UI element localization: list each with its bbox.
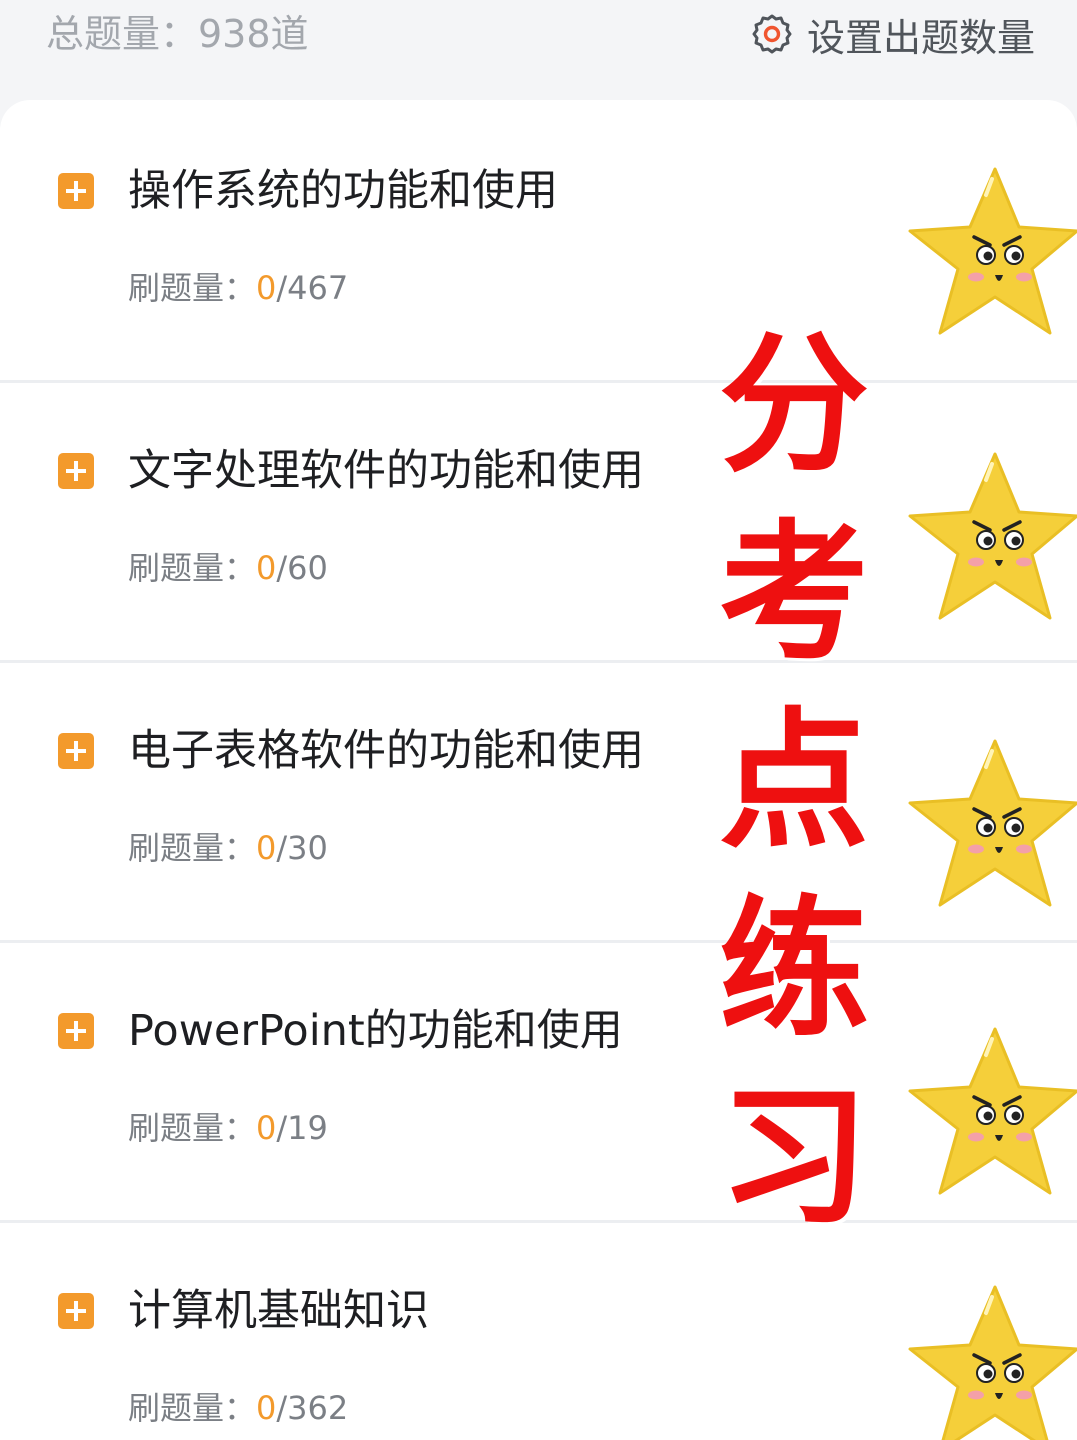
overlay-char: 分 — [718, 319, 869, 493]
overlay-char: 练 — [718, 883, 869, 1057]
star-face-icon — [900, 737, 1077, 917]
section-progress: 刷题量：0/467 — [128, 269, 349, 307]
set-question-count-button[interactable]: 设置出题数量 — [751, 6, 1035, 62]
section-title: 计算机基础知识 — [128, 1286, 429, 1336]
expand-plus-icon[interactable] — [58, 173, 94, 209]
total-questions-count: 总题量：938道 — [46, 12, 309, 56]
expand-plus-icon[interactable] — [58, 453, 94, 489]
expand-plus-icon[interactable] — [58, 733, 94, 769]
section-progress: 刷题量：0/19 — [128, 1109, 328, 1147]
set-question-count-label: 设置出题数量 — [806, 15, 1035, 60]
star-face-icon — [900, 450, 1077, 630]
star-face-icon — [900, 1283, 1077, 1440]
expand-plus-icon[interactable] — [58, 1013, 94, 1049]
star-face-icon — [900, 165, 1077, 345]
overlay-char: 考 — [718, 507, 869, 681]
overlay-caption: 分 考 点 练 习 — [712, 312, 876, 1252]
section-title: 操作系统的功能和使用 — [128, 166, 558, 216]
gear-icon — [751, 13, 793, 55]
overlay-char: 习 — [718, 1071, 869, 1245]
section-title: 电子表格软件的功能和使用 — [128, 726, 644, 776]
section-title: PowerPoint的功能和使用 — [128, 1006, 623, 1056]
section-title: 文字处理软件的功能和使用 — [128, 446, 644, 496]
top-bar: 总题量：938道 设置出题数量 — [0, 0, 1077, 100]
overlay-char: 点 — [718, 695, 869, 869]
expand-plus-icon[interactable] — [58, 1293, 94, 1329]
section-progress: 刷题量：0/60 — [128, 549, 328, 587]
section-progress: 刷题量：0/362 — [128, 1389, 349, 1427]
section-progress: 刷题量：0/30 — [128, 829, 328, 867]
star-face-icon — [900, 1025, 1077, 1205]
